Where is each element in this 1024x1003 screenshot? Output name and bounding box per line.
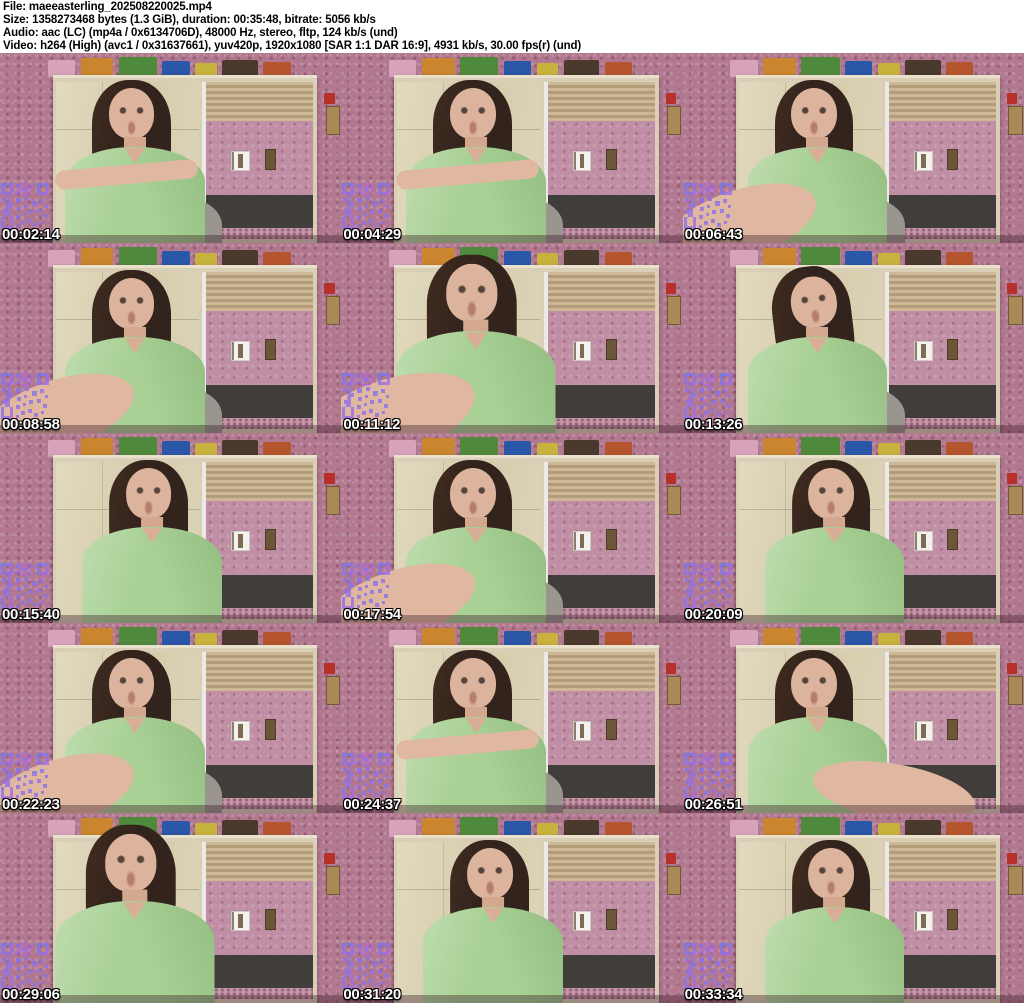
timestamp-overlay: 00:26:51 bbox=[684, 796, 743, 813]
instagram-qr-icon bbox=[1, 943, 49, 989]
instagram-qr-icon bbox=[342, 563, 391, 609]
face bbox=[449, 468, 496, 520]
instagram-qr-icon bbox=[683, 943, 732, 989]
timestamp-overlay: 00:20:09 bbox=[684, 606, 743, 623]
person-figure bbox=[341, 243, 682, 433]
instagram-qr-icon bbox=[342, 943, 391, 989]
person-figure bbox=[700, 433, 1024, 623]
file-name-line: File: maeeasterling_202508220025.mp4 bbox=[3, 1, 212, 13]
instagram-qr-icon bbox=[683, 373, 732, 419]
person-figure bbox=[682, 53, 1024, 243]
face bbox=[466, 848, 513, 900]
timestamp-overlay: 00:08:58 bbox=[2, 416, 60, 433]
thumbnail-grid: 00:02:14 00:04:29 00:06:43 00:08:58 00:1… bbox=[0, 53, 1024, 1003]
video-thumbnail: 00:31:20 bbox=[341, 813, 683, 1003]
person-figure bbox=[17, 433, 341, 623]
instagram-qr-icon bbox=[683, 753, 732, 799]
person-figure bbox=[683, 243, 1024, 433]
video-thumbnail: 00:33:34 bbox=[682, 813, 1024, 1003]
person-figure bbox=[0, 623, 341, 813]
timestamp-overlay: 00:02:14 bbox=[2, 226, 60, 243]
video-thumbnail: 00:26:51 bbox=[682, 623, 1024, 813]
person-figure bbox=[341, 53, 682, 243]
face bbox=[108, 88, 155, 140]
video-thumbnail: 00:24:37 bbox=[341, 623, 683, 813]
video-thumbnail: 00:04:29 bbox=[341, 53, 683, 243]
video-thumbnail: 00:08:58 bbox=[0, 243, 342, 433]
file-info-header: File: maeeasterling_202508220025.mp4 Siz… bbox=[0, 0, 1024, 53]
video-thumbnail: 00:29:06 bbox=[0, 813, 342, 1003]
person-figure bbox=[341, 623, 682, 813]
timestamp-overlay: 00:31:20 bbox=[343, 986, 401, 1003]
person-figure bbox=[0, 53, 341, 243]
timestamp-overlay: 00:24:37 bbox=[343, 796, 401, 813]
instagram-qr-icon bbox=[342, 183, 391, 229]
face bbox=[445, 263, 499, 323]
timestamp-overlay: 00:29:06 bbox=[2, 986, 60, 1003]
timestamp-overlay: 00:04:29 bbox=[343, 226, 401, 243]
timestamp-overlay: 00:33:34 bbox=[684, 986, 743, 1003]
video-thumbnail: 00:02:14 bbox=[0, 53, 342, 243]
timestamp-overlay: 00:17:54 bbox=[343, 606, 401, 623]
instagram-qr-icon bbox=[342, 373, 391, 419]
person-figure bbox=[358, 813, 682, 1003]
instagram-qr-icon bbox=[1, 373, 49, 419]
video-thumbnail: 00:06:43 bbox=[682, 53, 1024, 243]
timestamp-overlay: 00:11:12 bbox=[343, 416, 401, 433]
instagram-qr-icon bbox=[683, 183, 732, 229]
face bbox=[449, 658, 496, 710]
instagram-qr-icon bbox=[1, 753, 49, 799]
face bbox=[104, 833, 157, 893]
face bbox=[449, 88, 496, 140]
face bbox=[808, 468, 855, 520]
video-thumbnail: 00:11:12 bbox=[341, 243, 683, 433]
video-thumbnail: 00:13:26 bbox=[682, 243, 1024, 433]
face bbox=[125, 468, 172, 520]
person-figure bbox=[683, 623, 1024, 813]
audio-info-line: Audio: aac (LC) (mp4a / 0x6134706D), 480… bbox=[3, 27, 398, 39]
instagram-qr-icon bbox=[1, 563, 49, 609]
file-size-line: Size: 1358273468 bytes (1.3 GiB), durati… bbox=[3, 14, 376, 26]
timestamp-overlay: 00:15:40 bbox=[2, 606, 60, 623]
video-thumbnail: 00:17:54 bbox=[341, 433, 683, 623]
face bbox=[108, 658, 155, 710]
timestamp-overlay: 00:22:23 bbox=[2, 796, 60, 813]
video-thumbnail: 00:22:23 bbox=[0, 623, 342, 813]
person-figure bbox=[0, 243, 341, 433]
video-thumbnail: 00:20:09 bbox=[682, 433, 1024, 623]
timestamp-overlay: 00:13:26 bbox=[684, 416, 743, 433]
person-figure bbox=[341, 433, 682, 623]
timestamp-overlay: 00:06:43 bbox=[684, 226, 743, 243]
video-thumbnail: 00:15:40 bbox=[0, 433, 342, 623]
video-info-line: Video: h264 (High) (avc1 / 0x31637661), … bbox=[3, 40, 582, 52]
instagram-qr-icon bbox=[1, 183, 49, 229]
person-figure bbox=[700, 813, 1024, 1003]
face bbox=[791, 88, 837, 140]
instagram-qr-icon bbox=[342, 753, 391, 799]
person-figure bbox=[0, 813, 341, 1003]
instagram-qr-icon bbox=[683, 563, 732, 609]
face bbox=[108, 278, 155, 330]
face bbox=[808, 848, 855, 900]
face bbox=[791, 658, 837, 710]
